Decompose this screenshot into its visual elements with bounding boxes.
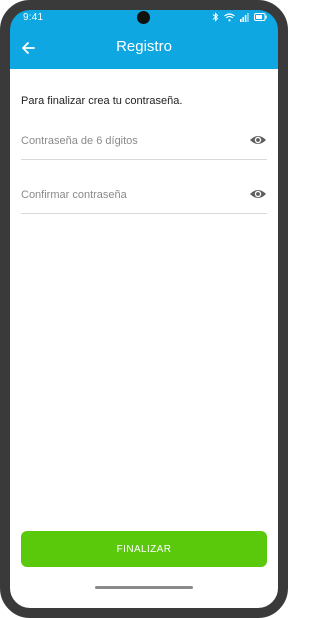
finish-button[interactable]: FINALIZAR [21, 531, 267, 567]
signal-icon [240, 12, 249, 22]
eye-icon[interactable] [249, 133, 267, 147]
page-title: Registro [116, 38, 172, 55]
phone-device: 9:41 Registro Para finalizar crea tu con… [0, 0, 288, 618]
phone-screen: 9:41 Registro Para finalizar crea tu con… [9, 9, 279, 609]
home-indicator[interactable] [95, 586, 193, 589]
confirm-password-field [21, 181, 267, 214]
eye-icon[interactable] [249, 187, 267, 201]
app-bar: 9:41 Registro [9, 9, 279, 69]
battery-icon [254, 13, 267, 21]
confirm-password-input[interactable] [21, 181, 241, 209]
wifi-icon [224, 12, 235, 21]
bluetooth-icon [212, 12, 219, 22]
status-icons [212, 12, 267, 22]
status-bar: 9:41 [9, 9, 279, 27]
password-field [21, 127, 267, 160]
status-time: 9:41 [23, 12, 44, 23]
camera-cutout [137, 11, 150, 24]
instruction-text: Para finalizar crea tu contraseña. [21, 95, 183, 107]
password-input[interactable] [21, 127, 241, 155]
